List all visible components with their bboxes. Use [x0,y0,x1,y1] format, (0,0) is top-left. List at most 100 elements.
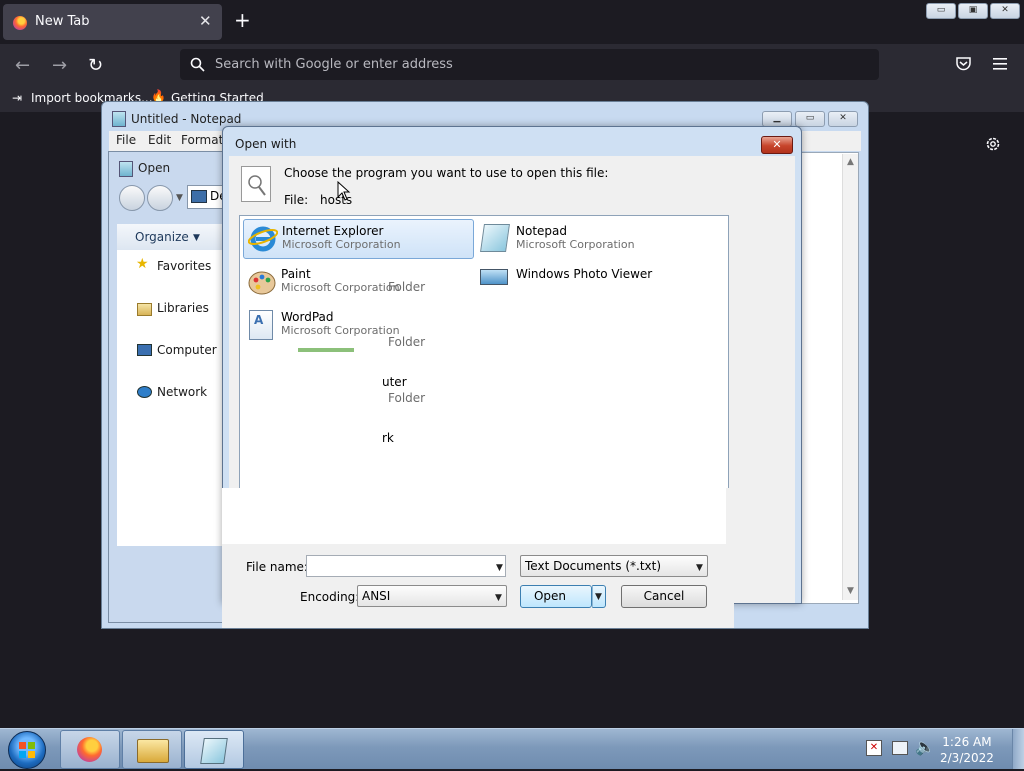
firefox-icon [77,737,102,762]
program-name: Internet Explorer [282,224,384,238]
firefox-nav-bar: ← → ↻ Search with Google or enter addres… [0,44,1024,88]
taskbar-clock[interactable]: 1:26 AM 2/3/2022 [940,734,994,766]
encoding-dropdown-icon: ▼ [495,593,502,603]
notepad-maximize-button[interactable]: ▭ [795,111,825,127]
program-publisher: Microsoft Corporation [281,324,400,337]
start-button[interactable] [8,731,46,769]
notepad-program-icon [480,224,510,252]
menu-format[interactable]: Format [181,133,223,147]
tab-new-tab[interactable]: New Tab ✕ [3,4,222,40]
program-internet-explorer[interactable]: Internet Explorer Microsoft Corporation [243,219,474,259]
network-label-fragment: rk [382,431,394,445]
file-name-label: File name: [246,560,308,574]
reload-icon[interactable]: ↻ [88,55,103,76]
wordpad-icon: A [249,310,273,340]
file-type-select[interactable]: Text Documents (*.txt) [520,555,708,577]
network-icon [137,386,152,398]
program-name: WordPad [281,310,334,324]
program-name: Windows Photo Viewer [516,267,653,281]
file-search-icon [241,166,271,202]
program-notepad[interactable]: Notepad Microsoft Corporation [478,220,718,260]
back-arrow-icon[interactable]: ← [15,55,30,76]
nav-network[interactable]: Network [157,385,207,399]
forward-nav-button[interactable] [147,185,173,211]
computer-label-fragment: uter [382,375,407,389]
menu-file[interactable]: File [116,133,136,147]
taskbar-notepad[interactable] [184,730,244,769]
program-name: Notepad [516,224,567,238]
recommended-programs-list: Internet Explorer Microsoft Corporation … [239,215,729,489]
recent-locations-chevron-icon[interactable]: ▼ [176,193,183,203]
notepad-close-button[interactable]: ✕ [828,111,858,127]
mouse-cursor-icon [337,181,351,201]
file-label: File: [284,193,309,207]
open-with-close-button[interactable]: ✕ [761,136,793,154]
tab-close-icon[interactable]: ✕ [199,12,212,30]
program-wordpad[interactable]: A WordPad Microsoft Corporation [243,306,472,346]
nav-pane-bottom-fragment [222,488,275,544]
clock-time: 1:26 AM [942,735,992,749]
program-publisher: Microsoft Corporation [516,238,635,251]
notepad-icon [112,111,126,127]
cancel-button[interactable]: Cancel [621,585,707,608]
program-windows-photo-viewer[interactable]: Windows Photo Viewer [478,263,718,303]
organize-button[interactable]: Organize [135,230,189,244]
libraries-icon [137,303,152,316]
content-pane-bottom-fragment [274,488,726,544]
back-nav-button[interactable] [119,185,145,211]
taskbar-firefox[interactable] [60,730,120,769]
encoding-label: Encoding: [300,590,360,604]
import-icon: ⇥ [12,91,23,105]
desktop-icon [191,190,207,203]
show-desktop-button[interactable] [1012,729,1024,769]
taskbar-file-explorer[interactable] [122,730,182,769]
nav-favorites[interactable]: Favorites [157,259,211,273]
windows-taskbar: ✕ 🔈 1:26 AM 2/3/2022 [0,728,1024,769]
folder-label-fragment: Folder [388,280,426,294]
firefox-minimize-button[interactable]: ▭ [926,3,956,19]
program-paint[interactable]: Paint Microsoft Corporation [243,263,472,303]
forward-arrow-icon[interactable]: → [52,55,67,76]
settings-gear-icon[interactable] [984,135,1002,153]
notepad-vertical-scrollbar[interactable]: ▲ ▼ [842,154,858,600]
internet-explorer-icon [247,224,279,252]
url-placeholder: Search with Google or enter address [215,57,453,72]
firefox-restore-button[interactable]: ▣ [958,3,988,19]
folder-thumbnail-fragment [298,348,354,352]
folder-label-fragment: Folder [388,391,426,405]
open-button[interactable]: Open [520,585,592,608]
open-with-prompt: Choose the program you want to use to op… [284,166,609,180]
firefox-close-button[interactable]: ✕ [990,3,1020,19]
firefox-tab-bar: New Tab ✕ + ▭ ▣ ✕ [0,0,1024,44]
search-icon [190,57,205,72]
network-icon[interactable] [892,741,908,755]
volume-icon[interactable]: 🔈 [915,737,935,756]
windows-logo-icon [19,742,35,758]
tab-title: New Tab [35,14,90,29]
hamburger-menu-icon[interactable] [993,58,1007,70]
pocket-icon[interactable] [956,57,971,71]
clock-date: 2/3/2022 [940,751,994,765]
nav-libraries[interactable]: Libraries [157,301,209,315]
encoding-select[interactable]: ANSI [357,585,507,607]
nav-computer[interactable]: Computer [157,343,217,357]
open-split-dropdown-button[interactable]: ▼ [592,585,606,608]
action-center-flag-icon[interactable]: ✕ [866,740,882,756]
notepad-minimize-button[interactable]: ▁ [762,111,792,127]
open-dialog-icon [119,161,133,177]
organize-chevron-icon: ▼ [193,233,200,243]
open-with-title: Open with [235,137,297,151]
file-name-dropdown-icon[interactable]: ▼ [496,563,503,573]
program-publisher: Microsoft Corporation [281,281,400,294]
file-name-input[interactable] [306,555,506,577]
file-explorer-icon [137,739,169,763]
notepad-title: Untitled - Notepad [131,112,242,126]
paint-palette-icon [247,267,276,295]
firefox-favicon-icon [13,16,27,30]
open-dialog-title: Open [138,161,171,175]
program-publisher: Microsoft Corporation [282,238,401,251]
url-bar[interactable]: Search with Google or enter address [180,49,879,80]
new-tab-button[interactable]: + [234,10,251,30]
notepad-icon [200,738,228,764]
menu-edit[interactable]: Edit [148,133,171,147]
